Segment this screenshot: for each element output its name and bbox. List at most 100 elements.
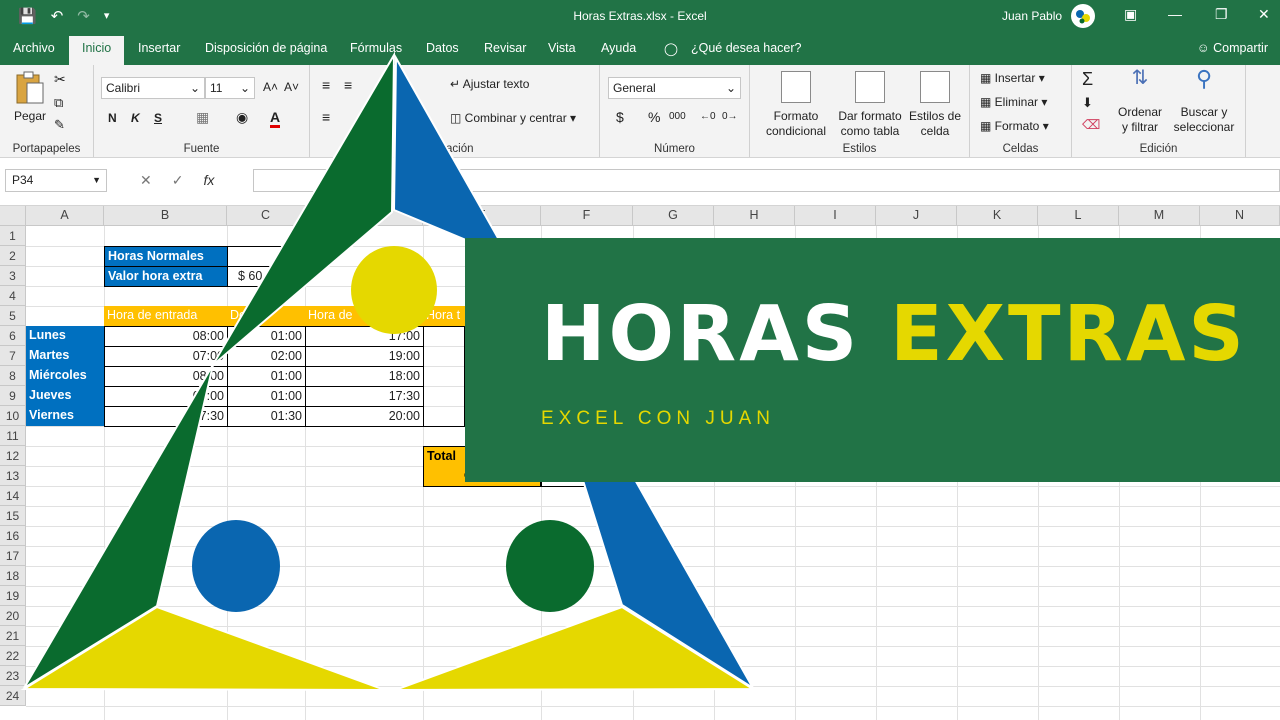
tell-me-search[interactable]: ¿Qué desea hacer? — [691, 41, 802, 55]
insert-cells-button[interactable]: ▦ Insertar ▾ — [980, 71, 1045, 85]
font-name-dropdown[interactable]: Calibri ⌄ — [101, 77, 205, 99]
tab-vista[interactable]: Vista — [548, 41, 576, 55]
find-select-button[interactable]: ⚲ Buscar y seleccionar — [1168, 68, 1240, 135]
grow-font-button[interactable]: A˄ — [263, 80, 278, 94]
borders-icon[interactable]: ▦ — [196, 109, 209, 126]
salida-cell[interactable]: 19:00 — [306, 347, 424, 367]
format-painter-icon[interactable]: ✎ — [54, 117, 65, 133]
row-header[interactable]: 17 — [0, 546, 26, 566]
thousands-button[interactable]: 000 — [669, 111, 686, 122]
cut-icon[interactable]: ✂ — [54, 71, 66, 88]
salida-cell[interactable]: 17:00 — [306, 327, 424, 347]
undo-icon[interactable]: ↶ — [51, 9, 64, 24]
row-header[interactable]: 13 — [0, 466, 26, 486]
align-top-icon[interactable]: ≡ — [322, 77, 330, 93]
underline-button[interactable]: S — [154, 111, 162, 125]
entrada-cell[interactable]: 07:30 — [105, 407, 228, 427]
header-descanso[interactable]: De — [227, 306, 305, 326]
row-header[interactable]: 15 — [0, 506, 26, 526]
column-header[interactable]: H — [714, 206, 795, 226]
bold-button[interactable]: N — [108, 111, 117, 125]
row-header[interactable]: 12 — [0, 446, 26, 466]
decrease-decimal-icon[interactable]: 0→ — [722, 111, 738, 122]
maximize-icon[interactable]: ❐ — [1215, 6, 1228, 23]
wrap-text-button[interactable]: ↵ Ajustar texto — [450, 77, 529, 91]
increase-decimal-icon[interactable]: ←0 — [700, 111, 716, 122]
minimize-icon[interactable]: — — [1168, 6, 1182, 22]
day-cell[interactable]: Lunes — [26, 326, 104, 346]
align-middle-icon[interactable]: ≡ — [344, 77, 352, 93]
column-header[interactable]: F — [541, 206, 633, 226]
merge-center-button[interactable]: ◫ Combinar y centrar ▾ — [450, 111, 576, 125]
header-hora-trabajada[interactable]: Hora t — [423, 306, 465, 326]
row-header[interactable]: 22 — [0, 646, 26, 666]
tab-inicio[interactable]: Inicio — [69, 36, 125, 65]
clear-icon[interactable]: ⌫ — [1082, 117, 1100, 133]
italic-button[interactable]: K — [131, 111, 140, 125]
column-header[interactable]: J — [876, 206, 957, 226]
column-header[interactable]: K — [957, 206, 1038, 226]
sort-filter-button[interactable]: ⇅ Ordenar y filtrar — [1112, 68, 1168, 135]
row-header[interactable]: 19 — [0, 586, 26, 606]
select-all-corner[interactable] — [0, 206, 26, 226]
share-button[interactable]: ☺ Compartir — [1197, 41, 1268, 55]
row-header[interactable]: 23 — [0, 666, 26, 686]
tab-disposicion[interactable]: Disposición de página — [205, 41, 327, 55]
salida-cell[interactable]: 17:30 — [306, 387, 424, 407]
day-cell[interactable]: Martes — [26, 346, 104, 366]
copy-icon[interactable]: ⧉ — [54, 95, 63, 111]
tab-formulas[interactable]: Fórmulas — [350, 41, 402, 55]
column-header[interactable]: A — [26, 206, 104, 226]
row-header[interactable]: 9 — [0, 386, 26, 406]
font-color-icon[interactable]: A — [270, 109, 281, 128]
fill-icon[interactable]: ⬇ — [1082, 95, 1093, 111]
user-name[interactable]: Juan Pablo — [1002, 9, 1062, 23]
customize-qat-icon[interactable]: ▾ — [104, 10, 110, 22]
column-header[interactable]: L — [1038, 206, 1119, 226]
row-header[interactable]: 10 — [0, 406, 26, 426]
horas-normales-label[interactable]: Horas Normales — [104, 246, 228, 267]
close-icon[interactable]: ✕ — [1258, 6, 1270, 23]
column-header[interactable]: N — [1200, 206, 1280, 226]
redo-icon[interactable]: ↷ — [77, 9, 90, 24]
save-icon[interactable]: 💾 — [18, 9, 37, 24]
user-avatar-icon[interactable] — [1071, 4, 1095, 28]
format-as-table-button[interactable]: Dar formato como tabla — [834, 71, 906, 139]
entrada-cell[interactable]: 08:00 — [105, 327, 228, 347]
tab-datos[interactable]: Datos — [426, 41, 459, 55]
row-header[interactable]: 7 — [0, 346, 26, 366]
column-header[interactable]: B — [104, 206, 227, 226]
header-hora-salida[interactable]: Hora de — [305, 306, 423, 326]
column-header[interactable]: D — [305, 206, 423, 226]
number-format-dropdown[interactable]: General ⌄ — [608, 77, 741, 99]
name-box[interactable]: P34 ▼ — [5, 169, 107, 192]
column-header[interactable]: C — [227, 206, 305, 226]
shrink-font-button[interactable]: A˅ — [284, 80, 299, 94]
header-hora-entrada[interactable]: Hora de entrada — [104, 306, 227, 326]
tab-insertar[interactable]: Insertar — [138, 41, 180, 55]
currency-button[interactable]: $ — [616, 109, 624, 125]
row-header[interactable]: 2 — [0, 246, 26, 266]
paste-button[interactable]: Pegar — [10, 71, 50, 124]
descanso-cell[interactable]: 02:00 — [228, 347, 306, 367]
insert-function-icon[interactable]: fx — [203, 172, 214, 189]
row-header[interactable]: 18 — [0, 566, 26, 586]
day-cell[interactable]: Jueves — [26, 386, 104, 406]
row-header[interactable]: 20 — [0, 606, 26, 626]
row-header[interactable]: 11 — [0, 426, 26, 446]
column-header[interactable]: E — [423, 206, 541, 226]
row-header[interactable]: 5 — [0, 306, 26, 326]
row-header[interactable]: 3 — [0, 266, 26, 286]
align-left-icon[interactable]: ≡ — [322, 109, 330, 125]
cancel-icon[interactable]: ✕ — [140, 172, 152, 189]
formula-input[interactable] — [253, 169, 1280, 192]
entrada-cell[interactable]: 08:00 — [105, 367, 228, 387]
tab-revisar[interactable]: Revisar — [484, 41, 526, 55]
row-header[interactable]: 21 — [0, 626, 26, 646]
cell-styles-button[interactable]: Estilos de celda — [906, 71, 964, 139]
entrada-cell[interactable]: 08:00 — [105, 387, 228, 407]
format-cells-button[interactable]: ▦ Formato ▾ — [980, 119, 1049, 133]
font-size-dropdown[interactable]: 11 ⌄ — [205, 77, 255, 99]
descanso-cell[interactable]: 01:30 — [228, 407, 306, 427]
enter-icon[interactable]: ✓ — [172, 172, 184, 189]
